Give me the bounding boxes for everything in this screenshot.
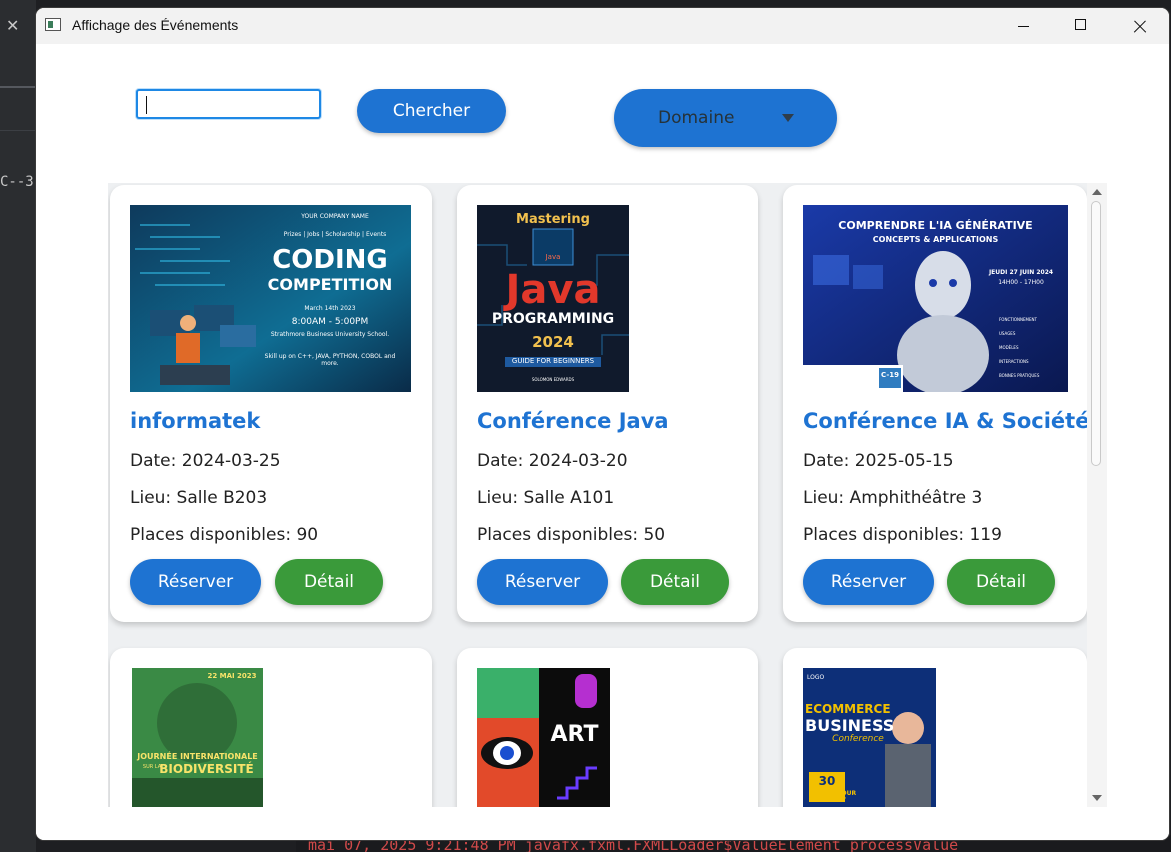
poster-headline: COMPRENDRE L'IA GÉNÉRATIVE: [838, 219, 1033, 232]
scroll-up-icon[interactable]: [1092, 189, 1102, 195]
java-logo: Java: [545, 253, 561, 261]
ide-close-icon[interactable]: ✕: [6, 16, 19, 35]
event-location: Lieu: Amphithéâtre 3: [803, 488, 983, 508]
event-card: LOGO ECOMMERCE BUSINESS Conference 30 PL…: [783, 648, 1087, 807]
chevron-down-icon: [782, 114, 794, 122]
event-poster-image: YOUR COMPANY NAME Prizes | Jobs | Schola…: [130, 205, 411, 392]
event-location: Lieu: Salle A101: [477, 488, 615, 508]
close-button[interactable]: [1110, 8, 1168, 44]
event-places: Places disponibles: 90: [130, 525, 319, 545]
main-content: Chercher Domaine YOUR COMPANY NAME Prize…: [36, 44, 1169, 840]
poster-headline: ART: [550, 722, 599, 747]
event-location: Lieu: Salle B203: [130, 488, 268, 508]
poster-text: 30: [818, 774, 836, 788]
event-poster-image: Mastering Java Java PROGRAMMING 2024 GUI…: [477, 205, 629, 392]
window-title: Affichage des Événements: [72, 17, 239, 33]
poster-text: COMPETITION: [267, 275, 393, 294]
ide-divider: [0, 86, 36, 88]
domain-dropdown[interactable]: Domaine: [614, 89, 837, 147]
poster-text: FONCTIONNEMENT: [999, 317, 1037, 322]
search-input[interactable]: [136, 89, 321, 119]
event-card: Mastering Java Java PROGRAMMING 2024 GUI…: [457, 185, 758, 622]
title-bar[interactable]: Affichage des Événements: [36, 8, 1169, 44]
poster-text: Prizes | Jobs | Scholarship | Events: [283, 231, 387, 238]
domain-dropdown-label: Domaine: [658, 108, 735, 128]
poster-text: BUSINESS: [805, 716, 895, 735]
ide-divider: [0, 130, 36, 131]
poster-text: 8:00AM - 5:00PM: [291, 317, 369, 327]
event-poster-image: 22 MAI 2023 JOURNÉE INTERNATIONALE SUR L…: [132, 668, 263, 807]
event-card: COMPRENDRE L'IA GÉNÉRATIVE CONCEPTS & AP…: [783, 185, 1090, 622]
poster-headline: CODING: [272, 245, 388, 275]
reserve-button[interactable]: Réserver: [477, 559, 608, 605]
maximize-button[interactable]: [1052, 8, 1110, 44]
event-places: Places disponibles: 50: [477, 525, 666, 545]
events-scroll-pane[interactable]: YOUR COMPANY NAME Prizes | Jobs | Schola…: [108, 183, 1107, 807]
detail-button[interactable]: Détail: [275, 559, 383, 605]
poster-text: GUIDE FOR BEGINNERS: [511, 357, 595, 365]
poster-text: USAGES: [999, 331, 1016, 336]
poster-text: CONCEPTS & APPLICATIONS: [872, 235, 999, 244]
reserve-button[interactable]: Réserver: [130, 559, 261, 605]
poster-text: MODÈLES: [999, 345, 1019, 350]
poster-headline: BIODIVERSITÉ: [159, 762, 254, 776]
detail-button[interactable]: Détail: [947, 559, 1055, 605]
app-icon: [45, 18, 61, 31]
poster-logo: LOGO: [807, 674, 825, 681]
event-title: informatek: [130, 409, 261, 433]
minimize-button[interactable]: [994, 8, 1052, 44]
background-ide-panel: [0, 0, 36, 852]
event-card: 22 MAI 2023 JOURNÉE INTERNATIONALE SUR L…: [110, 648, 432, 807]
event-poster-image: ART: [477, 668, 610, 807]
poster-text: March 14th 2023: [304, 305, 356, 312]
reserve-button[interactable]: Réserver: [803, 559, 934, 605]
event-poster-image: LOGO ECOMMERCE BUSINESS Conference 30 PL…: [803, 668, 936, 807]
poster-text: 2024: [532, 333, 574, 351]
scroll-down-icon[interactable]: [1092, 795, 1102, 801]
text-caret: [146, 96, 147, 114]
poster-text: YOUR COMPANY NAME: [301, 213, 369, 220]
poster-text: SOLOMON EDWARDS: [531, 377, 575, 382]
poster-text: Skill up on C++, JAVA, PYTHON, COBOL and…: [264, 353, 396, 367]
detail-button[interactable]: Détail: [621, 559, 729, 605]
poster-text: Strathmore Business University School.: [270, 331, 390, 338]
poster-text: 14H00 - 17H00: [998, 279, 1044, 286]
app-window: Affichage des Événements Chercher Domain…: [36, 8, 1169, 840]
poster-text: PLACE YOUR EVENT: [813, 790, 857, 804]
poster-text: JEUDI 27 JUIN 2024: [988, 269, 1054, 276]
poster-text: Conference: [832, 734, 884, 744]
poster-text: Mastering: [516, 212, 590, 227]
search-button[interactable]: Chercher: [357, 89, 506, 133]
poster-text: BONNES PRATIQUES: [999, 373, 1040, 378]
event-date: Date: 2024-03-25: [130, 451, 281, 471]
poster-text: JOURNÉE INTERNATIONALE: [137, 752, 258, 761]
event-date: Date: 2025-05-15: [803, 451, 954, 471]
event-title: Conférence IA & Société: [803, 409, 1090, 433]
poster-headline: ECOMMERCE: [805, 702, 891, 716]
event-date: Date: 2024-03-20: [477, 451, 628, 471]
event-places: Places disponibles: 119: [803, 525, 1002, 545]
poster-text: PROGRAMMING: [491, 311, 615, 327]
poster-logo: C-19: [881, 371, 899, 379]
event-poster-image: COMPRENDRE L'IA GÉNÉRATIVE CONCEPTS & AP…: [803, 205, 1068, 392]
poster-text: INTERACTIONS: [999, 359, 1029, 364]
event-card: ART: [457, 648, 758, 807]
event-card: YOUR COMPANY NAME Prizes | Jobs | Schola…: [110, 185, 432, 622]
vertical-scrollbar[interactable]: [1087, 183, 1107, 807]
poster-text: 22 MAI 2023: [207, 672, 257, 680]
poster-headline: Java: [505, 267, 601, 313]
event-title: Conférence Java: [477, 409, 669, 433]
scrollbar-thumb[interactable]: [1091, 201, 1101, 466]
